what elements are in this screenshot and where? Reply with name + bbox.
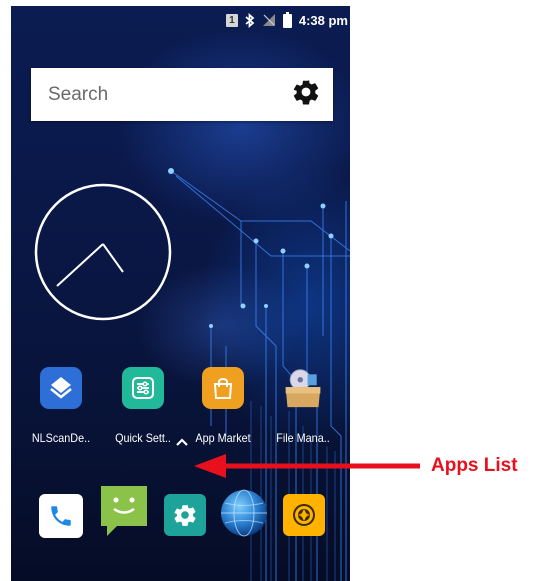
battery-icon xyxy=(282,12,292,28)
shopping-bag-icon[interactable] xyxy=(202,367,244,409)
analog-clock-widget[interactable] xyxy=(33,182,173,322)
clock-hour-hand xyxy=(102,243,124,273)
settings-icon[interactable] xyxy=(164,494,206,536)
no-signal-icon xyxy=(262,13,276,27)
app-market[interactable]: App Market xyxy=(183,367,263,445)
app-label: NLScanDe.. xyxy=(31,431,91,445)
annotation-arrow xyxy=(194,454,420,478)
app-nlscan[interactable]: NLScanDe.. xyxy=(21,367,101,445)
nlscan-icon[interactable] xyxy=(40,367,82,409)
status-bar: 1 4:38 pm xyxy=(11,6,350,34)
gear-icon[interactable] xyxy=(291,77,321,112)
browser-globe-icon[interactable] xyxy=(219,488,269,538)
camera-icon[interactable] xyxy=(283,494,325,536)
chevron-up-icon[interactable] xyxy=(175,437,189,447)
status-time: 4:38 pm xyxy=(298,12,348,28)
app-file-manager[interactable]: File Mana.. xyxy=(263,367,343,445)
app-label: File Mana.. xyxy=(276,431,330,445)
clock-face xyxy=(34,183,172,321)
clock-minute-hand xyxy=(56,243,104,287)
dock xyxy=(11,484,350,544)
search-bar[interactable]: Search xyxy=(31,68,333,121)
app-label: Quick Sett.. xyxy=(115,431,171,445)
quick-settings-icon[interactable] xyxy=(122,367,164,409)
sim-1-icon: 1 xyxy=(225,13,238,27)
messaging-icon[interactable] xyxy=(99,486,149,536)
annotation-label-apps-list: Apps List xyxy=(431,455,518,476)
phone-icon[interactable] xyxy=(39,494,83,538)
phone-screen: 1 4:38 pm Search NLScanDe.. Quick Sett..… xyxy=(11,6,350,581)
bluetooth-icon xyxy=(245,12,255,28)
app-label: App Market xyxy=(195,431,251,445)
apps-list-button[interactable] xyxy=(170,432,194,452)
file-manager-icon[interactable] xyxy=(282,367,324,409)
search-placeholder[interactable]: Search xyxy=(48,84,291,106)
